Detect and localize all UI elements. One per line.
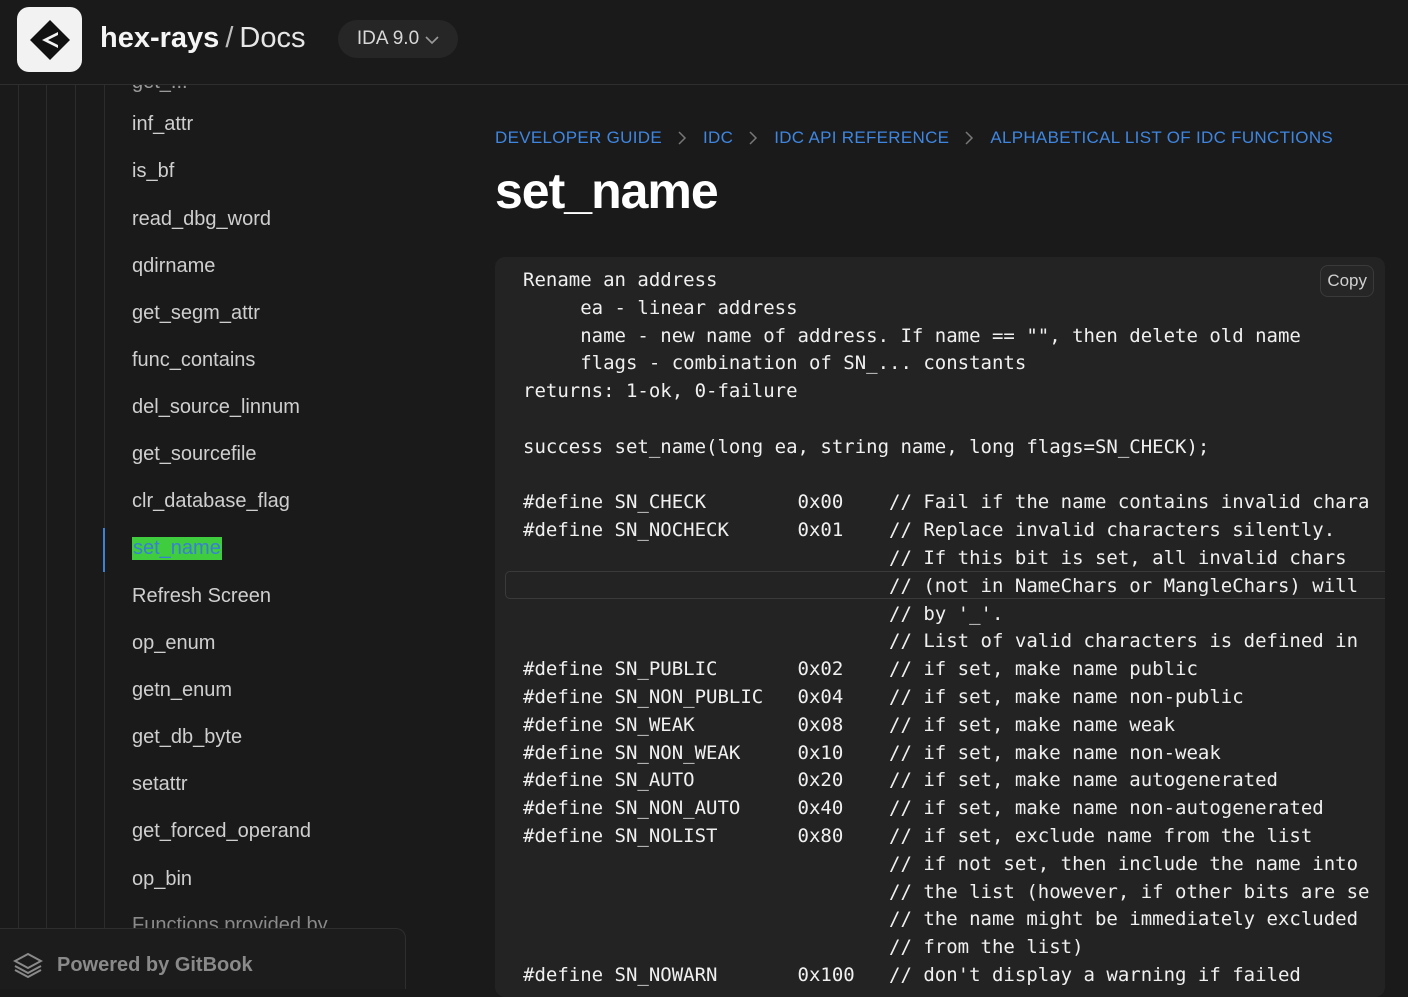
code-line: flags - combination of SN_... constants bbox=[523, 352, 1027, 375]
version-label: IDA 9.0 bbox=[356, 28, 420, 49]
code-line: // the list (however, if other bits are … bbox=[523, 880, 1370, 903]
logo[interactable] bbox=[17, 7, 82, 72]
gitbook-icon bbox=[13, 952, 43, 979]
code-line: success set_name(long ea, string name, l… bbox=[523, 435, 1210, 458]
hexrays-diamond-logo-icon bbox=[29, 19, 70, 60]
code-block: Rename an address ea - linear address na… bbox=[495, 257, 1385, 997]
code-line: #define SN_WEAK 0x08 // if set, make nam… bbox=[523, 713, 1176, 736]
chevron-right-icon bbox=[965, 131, 974, 145]
code-content[interactable]: Rename an address ea - linear address na… bbox=[523, 267, 1369, 990]
code-line: returns: 1-ok, 0-failure bbox=[523, 380, 798, 403]
chevron-right-icon bbox=[678, 131, 687, 145]
sidebar-item-get-forced-operand[interactable]: get_forced_operand bbox=[132, 820, 311, 843]
tree-guide-line bbox=[75, 85, 76, 982]
code-line: #define SN_NON_WEAK 0x10 // if set, make… bbox=[523, 741, 1221, 764]
sidebar-item-setattr[interactable]: setattr bbox=[132, 773, 188, 796]
sidebar-item-partial[interactable]: get_... bbox=[132, 85, 188, 94]
sidebar-item-func-contains[interactable]: func_contains bbox=[132, 349, 255, 372]
brand[interactable]: hex-rays / Docs bbox=[100, 22, 305, 55]
code-line: // (not in NameChars or MangleChars) wil… bbox=[523, 574, 1359, 597]
chevron-right-icon bbox=[749, 131, 758, 145]
breadcrumb-alphabetical-list[interactable]: ALPHABETICAL LIST OF IDC FUNCTIONS bbox=[990, 128, 1333, 148]
sidebar-item-clr-database-flag[interactable]: clr_database_flag bbox=[132, 490, 290, 513]
sidebar-item-op-enum[interactable]: op_enum bbox=[132, 632, 215, 655]
sidebar-item-qdirname[interactable]: qdirname bbox=[132, 255, 215, 278]
code-line: ea - linear address bbox=[523, 296, 798, 319]
brand-separator: / bbox=[225, 22, 234, 54]
code-line: name - new name of address. If name == "… bbox=[523, 324, 1301, 347]
tree-guide-line bbox=[46, 85, 47, 982]
sidebar-item-refresh-screen[interactable]: Refresh Screen bbox=[132, 585, 271, 608]
top-header: hex-rays / Docs IDA 9.0 bbox=[0, 0, 1408, 85]
code-line: // If this bit is set, all invalid chars bbox=[523, 546, 1347, 569]
code-line: Rename an address bbox=[523, 269, 718, 291]
sidebar-item-inf-attr[interactable]: inf_attr bbox=[132, 113, 193, 136]
tree-guide-line bbox=[18, 85, 19, 982]
powered-by-gitbook[interactable]: Powered by GitBook bbox=[0, 928, 406, 989]
brand-name: hex-rays bbox=[100, 22, 220, 54]
sidebar-item-get-db-byte[interactable]: get_db_byte bbox=[132, 726, 242, 749]
code-line: #define SN_NOCHECK 0x01 // Replace inval… bbox=[523, 519, 1336, 542]
sidebar-item-get-segm-attr[interactable]: get_segm_attr bbox=[132, 302, 260, 325]
code-line: #define SN_NON_AUTO 0x40 // if set, make… bbox=[523, 797, 1324, 820]
code-line: #define SN_PUBLIC 0x02 // if set, make n… bbox=[523, 658, 1198, 681]
sidebar-item-set-name[interactable]: set_name bbox=[132, 537, 222, 560]
code-line: #define SN_NOWARN 0x100 // don't display… bbox=[523, 963, 1301, 986]
sidebar-item-get-sourcefile[interactable]: get_sourcefile bbox=[132, 443, 257, 466]
chevron-down-icon bbox=[425, 36, 439, 45]
sidebar-item-read-dbg-word[interactable]: read_dbg_word bbox=[132, 208, 271, 231]
breadcrumb: DEVELOPER GUIDE IDC IDC API REFERENCE AL… bbox=[495, 128, 1333, 148]
code-line: #define SN_AUTO 0x20 // if set, make nam… bbox=[523, 769, 1278, 792]
breadcrumb-idc[interactable]: IDC bbox=[703, 128, 733, 148]
code-line: // List of valid characters is defined i… bbox=[523, 630, 1359, 653]
code-line: // from the list) bbox=[523, 936, 1084, 959]
powered-by-label: Powered by GitBook bbox=[57, 954, 253, 976]
code-line: // the name might be immediately exclude… bbox=[523, 908, 1359, 931]
page-title: set_name bbox=[495, 163, 719, 219]
code-line: #define SN_CHECK 0x00 // Fail if the nam… bbox=[523, 491, 1370, 514]
breadcrumb-developer-guide[interactable]: DEVELOPER GUIDE bbox=[495, 128, 662, 148]
code-line: // by '_'. bbox=[523, 602, 1004, 625]
brand-section: Docs bbox=[239, 22, 306, 54]
code-line: #define SN_NOLIST 0x80 // if set, exclud… bbox=[523, 824, 1313, 847]
active-indicator bbox=[103, 528, 105, 572]
code-line: #define SN_NON_PUBLIC 0x04 // if set, ma… bbox=[523, 685, 1244, 708]
sidebar: get_... inf_attr is_bf read_dbg_word qdi… bbox=[0, 85, 405, 982]
sidebar-item-getn-enum[interactable]: getn_enum bbox=[132, 679, 232, 702]
code-line: // if not set, then include the name int… bbox=[523, 852, 1359, 875]
copy-button[interactable]: Copy bbox=[1320, 265, 1374, 297]
sidebar-item-is-bf[interactable]: is_bf bbox=[132, 160, 174, 183]
breadcrumb-idc-api-reference[interactable]: IDC API REFERENCE bbox=[774, 128, 949, 148]
sidebar-item-op-bin[interactable]: op_bin bbox=[132, 868, 192, 891]
sidebar-item-del-source-linnum[interactable]: del_source_linnum bbox=[132, 396, 300, 419]
version-selector[interactable]: IDA 9.0 bbox=[338, 20, 458, 58]
